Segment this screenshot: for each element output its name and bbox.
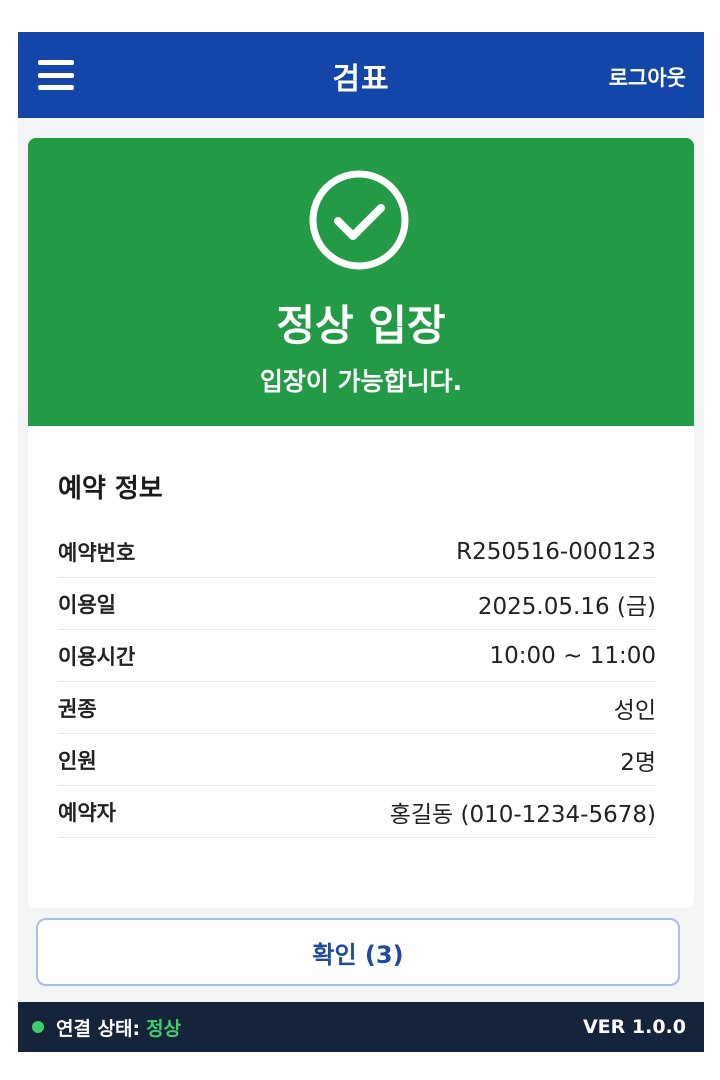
info-row-use-time: 이용시간 10:00 ~ 11:00 [58, 630, 656, 682]
info-value: 10:00 ~ 11:00 [489, 642, 656, 669]
info-value: R250516-000123 [456, 538, 656, 565]
connection-status-bar: 연결 상태: 정상 VER 1.0.0 [18, 1002, 704, 1052]
info-row-ticket-type: 권종 성인 [58, 682, 656, 734]
status-title: 정상 입장 [276, 301, 446, 350]
info-value: 2025.05.16 (금) [477, 593, 656, 620]
info-value: 2명 [620, 749, 656, 776]
app-header: 검표 로그아웃 [18, 32, 704, 118]
info-row-headcount: 인원 2명 [58, 734, 656, 786]
confirm-button[interactable]: 확인 (3) [36, 918, 680, 986]
status-subtitle: 입장이 가능합니다. [259, 367, 463, 396]
connection-value: 정상 [146, 1017, 182, 1040]
info-label: 예약자 [58, 800, 116, 825]
info-label: 이용시간 [58, 644, 136, 669]
version-label: VER 1.0.0 [582, 1016, 686, 1038]
result-card: 정상 입장 입장이 가능합니다. 예약 정보 예약번호 R250516-0001… [28, 138, 694, 908]
logout-button[interactable]: 로그아웃 [609, 62, 686, 92]
info-label: 이용일 [58, 592, 116, 617]
connection-label: 연결 상태: [56, 1017, 141, 1040]
info-label: 예약번호 [58, 540, 136, 565]
info-label: 권종 [58, 696, 97, 721]
connection-dot-icon [32, 1021, 44, 1033]
info-row-use-date: 이용일 2025.05.16 (금) [58, 578, 656, 630]
info-row-reserver: 예약자 홍길동 (010-1234-5678) [58, 786, 656, 838]
info-value: 홍길동 (010-1234-5678) [389, 801, 656, 828]
reservation-info-table: 예약번호 R250516-000123 이용일 2025.05.16 (금) 이… [58, 526, 656, 838]
ticket-check-screen: 검표 로그아웃 정상 입장 입장이 가능합니다. 예약 정보 예약번호 R250… [18, 32, 704, 1052]
check-circle-icon [309, 170, 409, 270]
info-row-reservation-number: 예약번호 R250516-000123 [58, 526, 656, 578]
reservation-info-title: 예약 정보 [58, 474, 163, 504]
info-label: 인원 [58, 748, 97, 773]
connection-status: 연결 상태: 정상 [32, 1014, 181, 1041]
status-panel: 정상 입장 입장이 가능합니다. [28, 138, 694, 426]
info-value: 성인 [613, 697, 656, 724]
page-title: 검표 [332, 62, 390, 97]
